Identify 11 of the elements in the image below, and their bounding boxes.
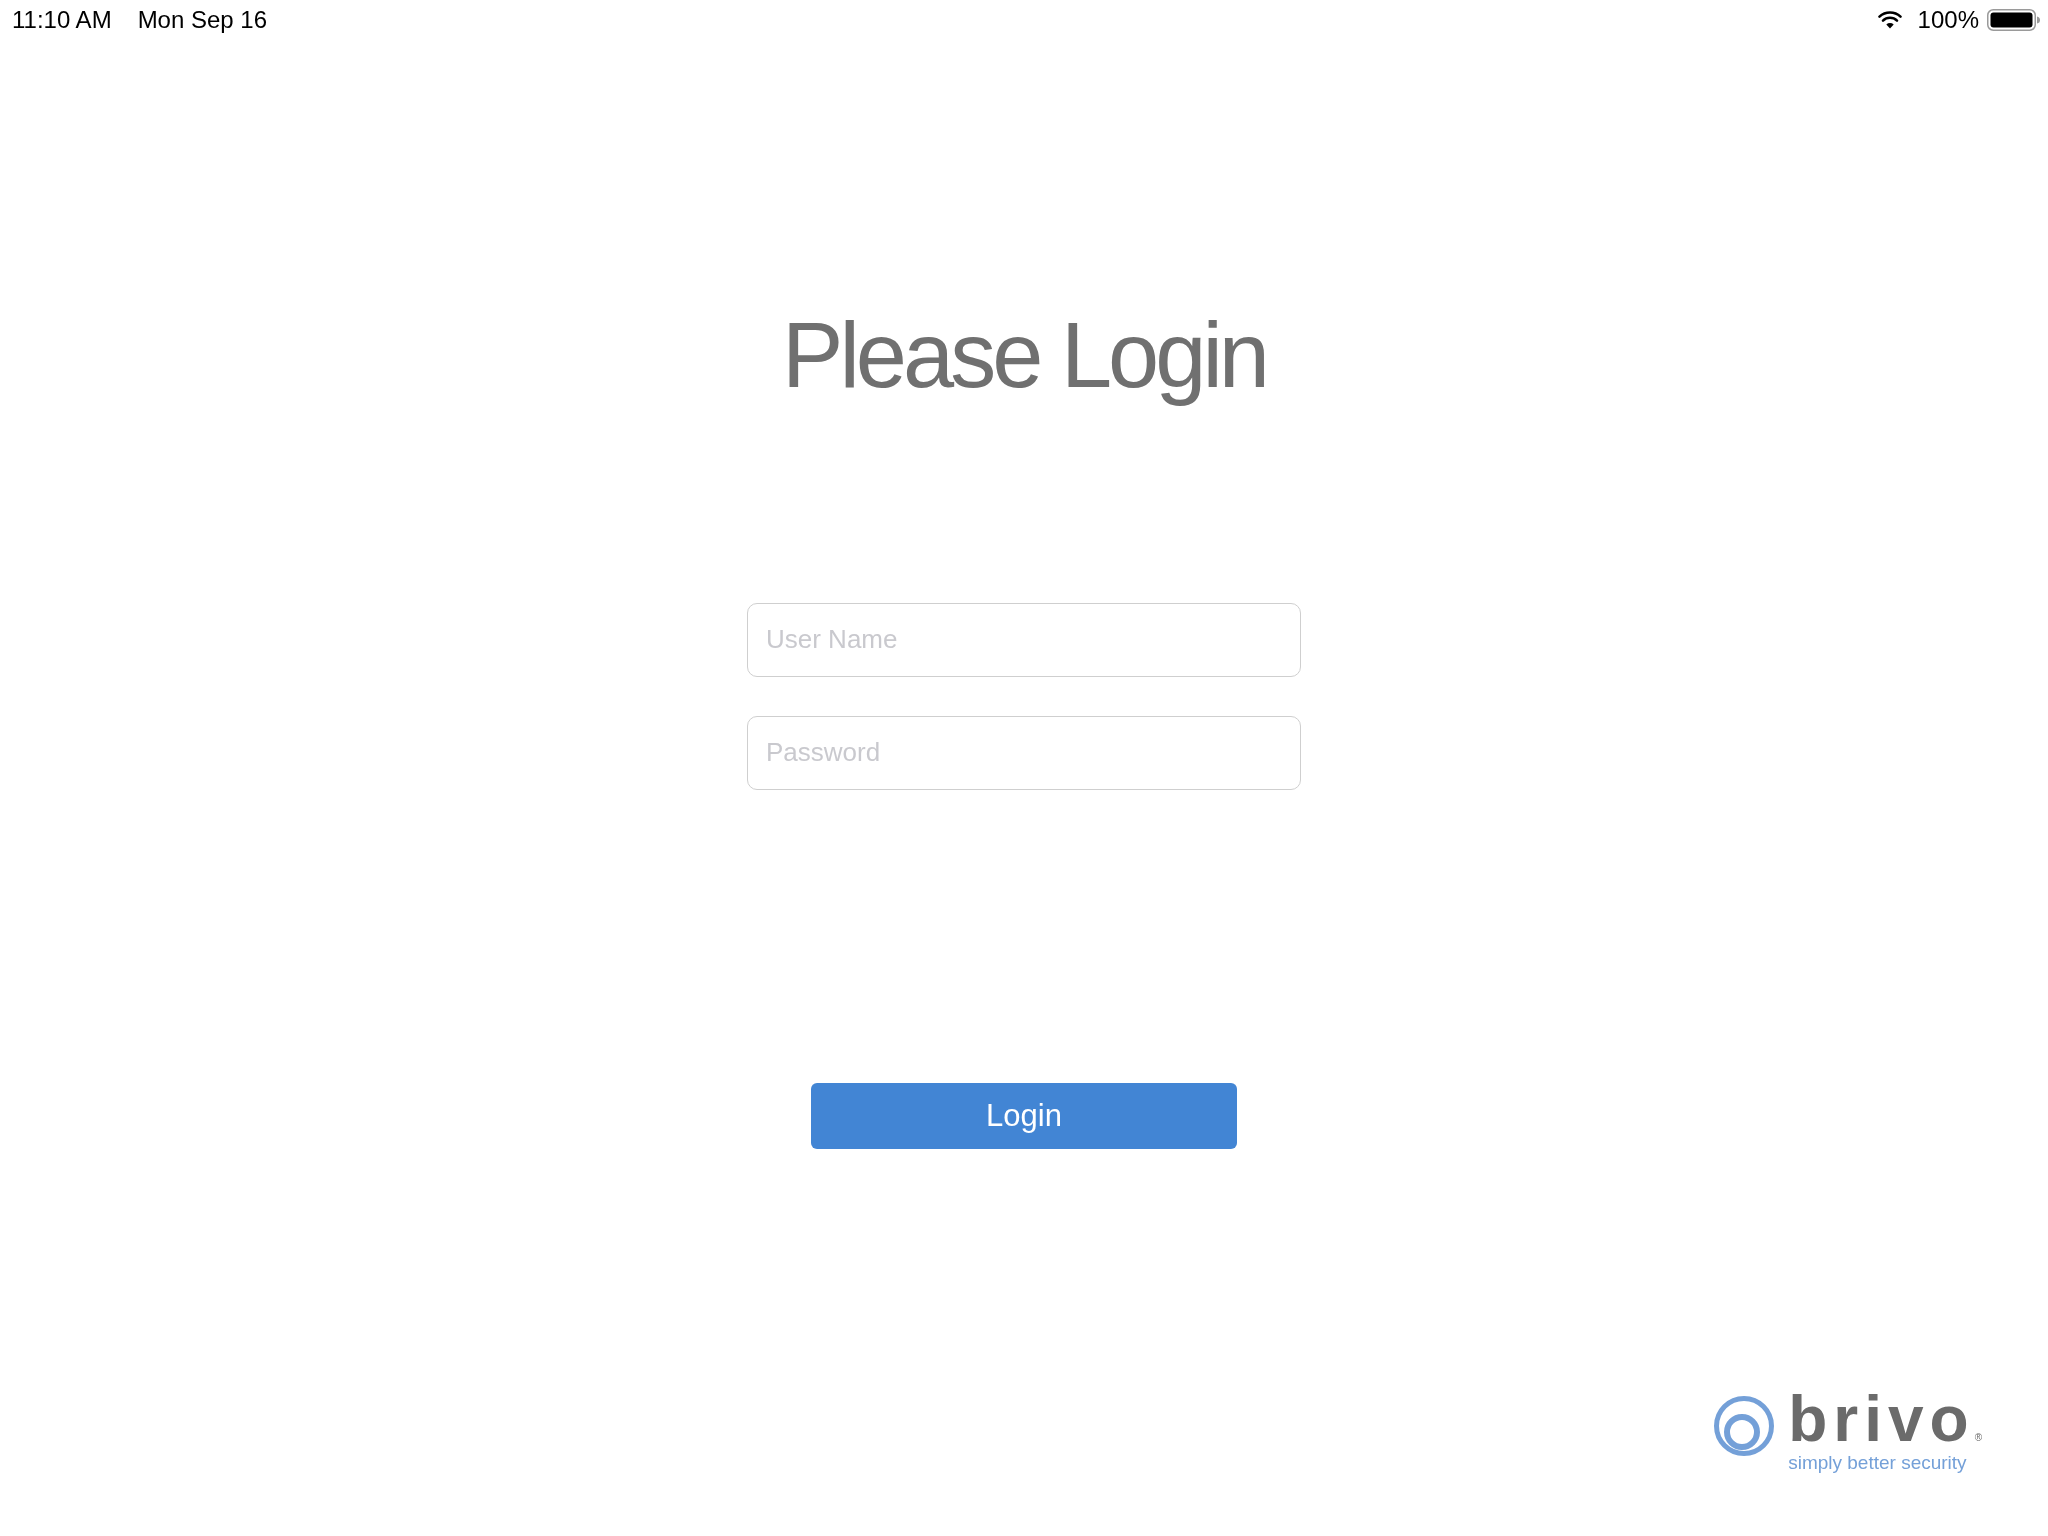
status-date: Mon Sep 16	[137, 6, 268, 34]
login-button[interactable]: Login	[811, 1082, 1237, 1149]
battery-percentage: 100%	[1917, 6, 1979, 34]
wifi-icon	[1877, 11, 1902, 29]
page-title: Please Login	[782, 303, 1266, 408]
status-time: 11:10 AM	[12, 6, 112, 34]
registered-mark: ®	[1974, 1432, 1982, 1444]
ring-logo-icon	[1712, 1396, 1777, 1457]
logo-wordmark: brivo	[1788, 1387, 1975, 1452]
logo-tagline: simply better security	[1788, 1453, 1967, 1474]
battery-icon	[1987, 9, 2040, 31]
